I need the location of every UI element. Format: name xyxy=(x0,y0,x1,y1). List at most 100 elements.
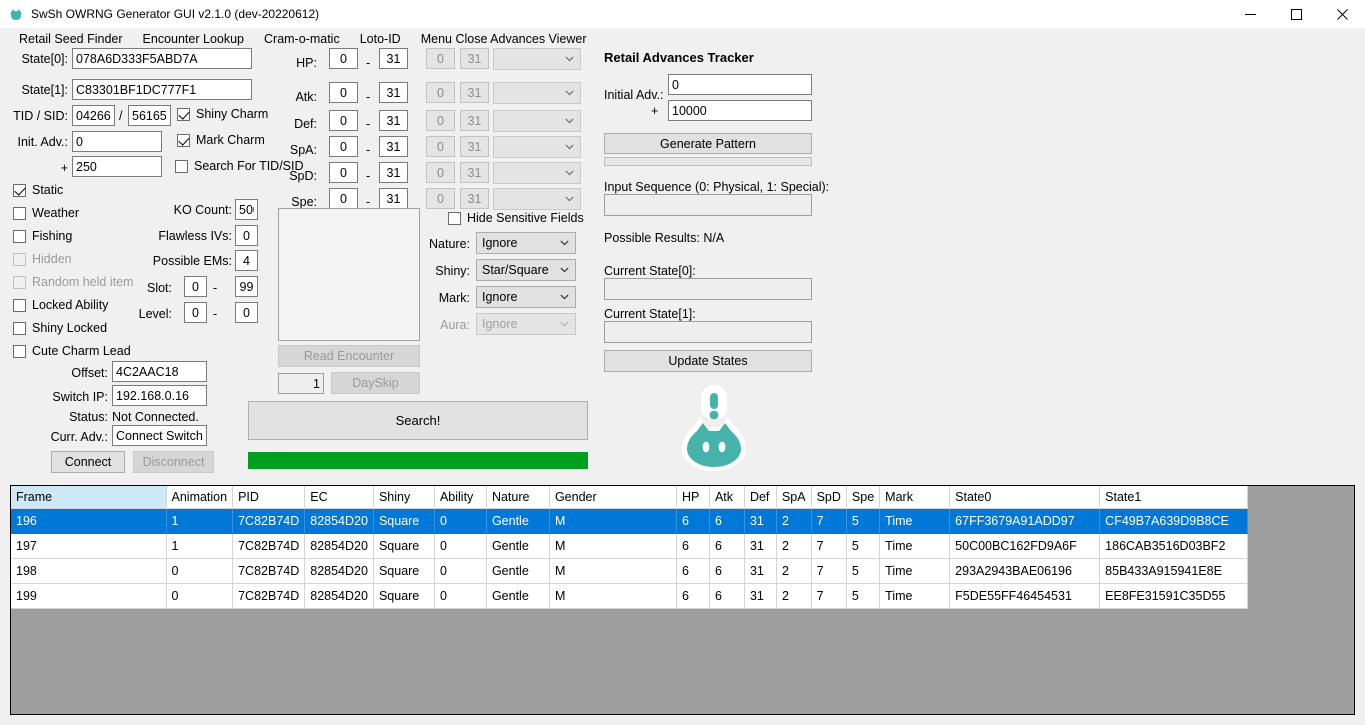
iv-def-max-input[interactable] xyxy=(379,110,408,131)
mark-filter-combo[interactable]: Ignore xyxy=(476,286,576,308)
search-button[interactable]: Search! xyxy=(248,401,588,440)
table-row[interactable]: 199 0 7C82B74D 82854D20 Square 0 Gentle M 6 6 31 2 7… xyxy=(11,583,1249,609)
tid-input[interactable] xyxy=(72,105,115,126)
iv-hp-nature-combo xyxy=(493,48,581,70)
cat-mascot-icon xyxy=(9,7,23,21)
flag-shiny-locked-checkbox[interactable]: Shiny Locked xyxy=(13,321,107,335)
cell-frame: 198 xyxy=(11,558,167,584)
chevron-down-icon xyxy=(565,170,574,176)
possible-ems-input[interactable] xyxy=(235,250,258,271)
column-header-state0[interactable]: State0 xyxy=(949,486,1101,509)
iv-spd-max-input[interactable] xyxy=(379,162,408,183)
column-header-frame[interactable]: Frame xyxy=(11,486,167,509)
iv-spa-max-input[interactable] xyxy=(379,136,408,157)
iv-spe-min-input[interactable] xyxy=(329,188,358,209)
column-header-ability[interactable]: Ability xyxy=(434,486,487,509)
curr-adv-input[interactable] xyxy=(112,425,207,446)
cell-def: 31 xyxy=(744,508,777,534)
current-state0-input[interactable] xyxy=(604,278,812,300)
column-header-spa[interactable]: SpA xyxy=(776,486,812,509)
connect-button[interactable]: Connect xyxy=(51,451,125,473)
stat-def-max-display xyxy=(460,110,489,131)
stat-atk-max-display xyxy=(460,82,489,103)
column-header-nature[interactable]: Nature xyxy=(486,486,550,509)
tracker-adv-range-input[interactable] xyxy=(668,100,812,121)
column-header-state1[interactable]: State1 xyxy=(1099,486,1249,509)
init-adv-input[interactable] xyxy=(72,131,162,152)
flag-weather-label: Weather xyxy=(32,206,80,220)
stat-hp-min-display xyxy=(426,48,455,69)
level-max-input[interactable] xyxy=(235,302,258,323)
column-header-pid[interactable]: PID xyxy=(232,486,306,509)
offset-input[interactable] xyxy=(112,361,207,382)
iv-def-min-input[interactable] xyxy=(329,110,358,131)
flag-weather-checkbox[interactable]: Weather xyxy=(13,206,79,220)
nature-filter-combo[interactable]: Ignore xyxy=(476,232,576,254)
current-state1-input[interactable] xyxy=(604,321,812,343)
mark-charm-checkbox[interactable]: Mark Charm xyxy=(177,133,265,147)
status-label: Status: xyxy=(69,410,108,424)
switch-ip-input[interactable] xyxy=(112,385,207,406)
iv-spd-min-input[interactable] xyxy=(329,162,358,183)
results-grid[interactable]: Frame Animation PID EC Shiny Ability Nature Gen… xyxy=(10,485,1355,715)
column-header-atk[interactable]: Atk xyxy=(709,486,745,509)
iv-spa-min-input[interactable] xyxy=(329,136,358,157)
column-header-hp[interactable]: HP xyxy=(676,486,710,509)
cell-state0: F5DE55FF46454531 xyxy=(949,583,1101,609)
maximize-icon[interactable] xyxy=(1273,0,1319,28)
level-min-input[interactable] xyxy=(184,302,207,323)
menu-item-loto-id[interactable]: Loto-ID xyxy=(350,30,411,48)
flag-locked-ability-checkbox[interactable]: Locked Ability xyxy=(13,298,108,312)
search-progress-bar xyxy=(248,452,588,469)
ko-count-input[interactable] xyxy=(235,199,258,220)
slot-max-input[interactable] xyxy=(235,276,258,297)
iv-hp-min-input[interactable] xyxy=(329,48,358,69)
adv-range-input[interactable] xyxy=(72,156,162,177)
column-header-def[interactable]: Def xyxy=(744,486,777,509)
column-header-spe[interactable]: Spe xyxy=(846,486,881,509)
menu-item-retail-seed-finder[interactable]: Retail Seed Finder xyxy=(9,30,133,48)
initial-adv-input[interactable] xyxy=(668,74,812,95)
table-row[interactable]: 196 1 7C82B74D 82854D20 Square 0 Gentle M 6 6 31 2 7… xyxy=(11,508,1249,534)
shiny-charm-checkbox[interactable]: Shiny Charm xyxy=(177,107,268,121)
iv-hp-max-input[interactable] xyxy=(379,48,408,69)
iv-spa-label: SpA: xyxy=(289,143,317,157)
shiny-filter-combo[interactable]: Star/Square xyxy=(476,259,576,281)
iv-spe-max-input[interactable] xyxy=(379,188,408,209)
column-header-ec[interactable]: EC xyxy=(304,486,374,509)
menu-item-encounter-lookup[interactable]: Encounter Lookup xyxy=(133,30,254,48)
cell-spa: 2 xyxy=(776,533,812,559)
column-header-gender[interactable]: Gender xyxy=(549,486,677,509)
flag-fishing-checkbox[interactable]: Fishing xyxy=(13,229,72,243)
minimize-icon[interactable] xyxy=(1227,0,1273,28)
table-row[interactable]: 198 0 7C82B74D 82854D20 Square 0 Gentle M 6 6 31 2 7… xyxy=(11,558,1249,584)
sid-input[interactable] xyxy=(128,105,171,126)
generate-pattern-button[interactable]: Generate Pattern xyxy=(604,133,812,154)
update-states-button[interactable]: Update States xyxy=(604,350,812,372)
column-header-spd[interactable]: SpD xyxy=(811,486,847,509)
state1-input[interactable] xyxy=(72,79,252,100)
chevron-down-icon xyxy=(560,294,569,300)
dayskip-count-input[interactable] xyxy=(278,373,324,394)
column-header-shiny[interactable]: Shiny xyxy=(373,486,435,509)
column-header-mark[interactable]: Mark xyxy=(879,486,951,509)
menu-item-cram-o-matic[interactable]: Cram-o-matic xyxy=(254,30,350,48)
iv-spe-separator: - xyxy=(366,195,371,209)
table-row[interactable]: 197 1 7C82B74D 82854D20 Square 0 Gentle M 6 6 31 2 7… xyxy=(11,533,1249,559)
iv-atk-min-input[interactable] xyxy=(329,82,358,103)
offset-label: Offset: xyxy=(71,366,108,380)
flag-static-checkbox[interactable]: Static xyxy=(13,183,63,197)
cell-frame: 197 xyxy=(11,533,167,559)
encounter-preview-panel xyxy=(278,208,420,341)
hide-sensitive-fields-checkbox[interactable]: Hide Sensitive Fields xyxy=(448,211,584,225)
iv-atk-max-input[interactable] xyxy=(379,82,408,103)
close-icon[interactable] xyxy=(1319,0,1365,28)
cell-state1: EE8FE31591C35D55 xyxy=(1099,583,1249,609)
input-sequence-input[interactable] xyxy=(604,194,812,216)
menu-item-menu-close-advances-viewer[interactable]: Menu Close Advances Viewer xyxy=(411,30,597,48)
state0-input[interactable] xyxy=(72,48,252,69)
flag-cute-charm-lead-checkbox[interactable]: Cute Charm Lead xyxy=(13,344,131,358)
column-header-animation[interactable]: Animation xyxy=(166,486,234,509)
flawless-ivs-input[interactable] xyxy=(235,225,258,246)
slot-min-input[interactable] xyxy=(184,276,207,297)
